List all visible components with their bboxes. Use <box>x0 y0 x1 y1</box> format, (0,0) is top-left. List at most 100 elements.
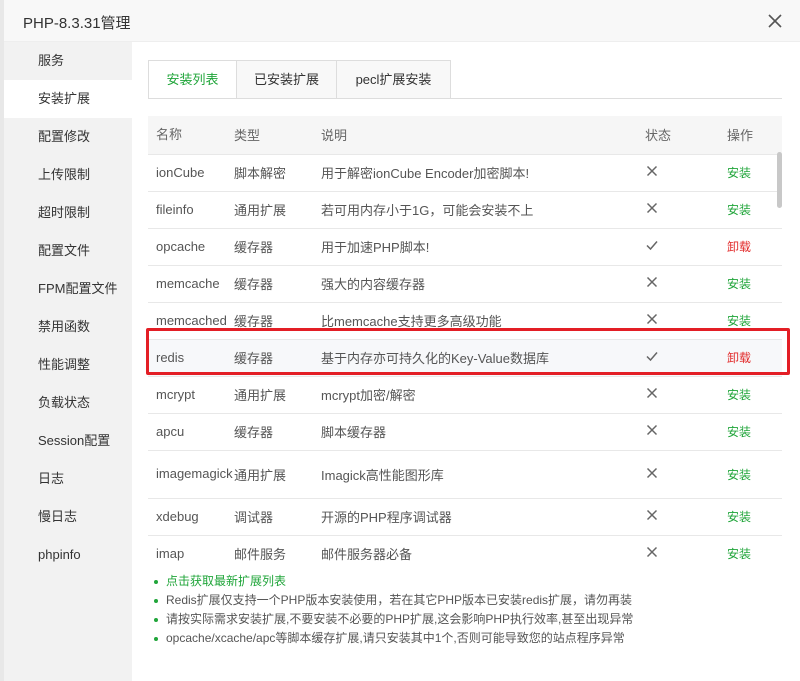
uninstall-button[interactable]: 卸载 <box>727 240 751 254</box>
cross-icon <box>646 276 658 288</box>
ext-type: 调试器 <box>234 497 321 535</box>
sidebar-item-upload-limit[interactable]: 上传限制 <box>4 156 132 194</box>
ext-op: 安装 <box>721 534 782 562</box>
sidebar-item-performance[interactable]: 性能调整 <box>4 346 132 384</box>
ext-status <box>641 190 721 228</box>
ext-op: 卸载 <box>721 338 782 376</box>
ext-desc: mcrypt加密/解密 <box>321 375 641 413</box>
close-button[interactable] <box>764 10 786 32</box>
ext-type: 缓存器 <box>234 264 321 302</box>
note-item: 请按实际需求安装扩展,不要安装不必要的PHP扩展,这会影响PHP执行效率,甚至出… <box>152 610 633 629</box>
install-button[interactable]: 安装 <box>727 203 751 217</box>
sidebar-item-config-file[interactable]: 配置文件 <box>4 232 132 270</box>
install-button[interactable]: 安装 <box>727 166 751 180</box>
extension-table-container[interactable]: 名称 类型 说明 状态 操作 ionCube 脚本解密 用于解密ionCube En… <box>148 116 782 562</box>
uninstall-button[interactable]: 卸载 <box>727 351 751 365</box>
ext-type: 缓存器 <box>234 227 321 265</box>
install-button[interactable]: 安装 <box>727 314 751 328</box>
notes-list: 点击获取最新扩展列表 Redis扩展仅支持一个PHP版本安装使用，若在其它PHP… <box>152 572 633 648</box>
ext-status <box>641 301 721 339</box>
ext-name: memcached <box>148 301 234 339</box>
dialog-header: PHP-8.3.31管理 <box>4 0 800 42</box>
table-row: opcache 缓存器 用于加速PHP脚本! 卸载 <box>148 227 782 265</box>
ext-type: 缓存器 <box>234 301 321 339</box>
ext-type: 通用扩展 <box>234 375 321 413</box>
sidebar-item-session[interactable]: Session配置 <box>4 422 132 460</box>
cross-icon <box>646 202 658 214</box>
extension-table: 名称 类型 说明 状态 操作 ionCube 脚本解密 用于解密ionCube En… <box>148 116 782 562</box>
table-row: redis 缓存器 基于内存亦可持久化的Key-Value数据库 卸载 <box>148 338 782 376</box>
ext-type: 脚本解密 <box>234 153 321 191</box>
ext-op: 安装 <box>721 497 782 535</box>
sidebar-item-install-extension[interactable]: 安装扩展 <box>4 80 132 118</box>
header-status: 状态 <box>645 128 672 144</box>
ext-op: 安装 <box>721 375 782 413</box>
ext-type: 邮件服务 <box>234 534 321 562</box>
sidebar-item-log[interactable]: 日志 <box>4 460 132 498</box>
close-icon <box>768 14 782 28</box>
sidebar-item-phpinfo[interactable]: phpinfo <box>4 536 132 574</box>
sidebar-item-timeout-limit[interactable]: 超时限制 <box>4 194 132 232</box>
table-row: imagemagick 通用扩展 Imagick高性能图形库 安装 <box>148 449 782 498</box>
ext-desc: 邮件服务器必备 <box>321 534 641 562</box>
install-button[interactable]: 安装 <box>727 388 751 402</box>
install-button[interactable]: 安装 <box>727 425 751 439</box>
sidebar-item-slow-log[interactable]: 慢日志 <box>4 498 132 536</box>
ext-name: xdebug <box>148 497 234 535</box>
ext-op: 安装 <box>721 190 782 228</box>
table-scrollbar[interactable] <box>777 152 782 208</box>
sidebar-item-disabled-functions[interactable]: 禁用函数 <box>4 308 132 346</box>
ext-name: apcu <box>148 412 234 450</box>
install-button[interactable]: 安装 <box>727 468 751 482</box>
table-row: apcu 缓存器 脚本缓存器 安装 <box>148 412 782 450</box>
cross-icon <box>646 165 658 177</box>
note-item: Redis扩展仅支持一个PHP版本安装使用，若在其它PHP版本已安装redis扩… <box>152 591 633 610</box>
cross-icon <box>646 313 658 325</box>
ext-type: 通用扩展 <box>234 449 321 498</box>
header-op: 操作 <box>727 128 754 144</box>
ext-name: ionCube <box>148 153 234 191</box>
table-body: ionCube 脚本解密 用于解密ionCube Encoder加密脚本! 安装 fil… <box>148 153 782 562</box>
tab-installed-extensions[interactable]: 已安装扩展 <box>237 60 337 99</box>
table-row: imap 邮件服务 邮件服务器必备 安装 <box>148 534 782 562</box>
tab-divider <box>148 98 782 99</box>
ext-desc: 基于内存亦可持久化的Key-Value数据库 <box>321 338 641 376</box>
table-row: memcache 缓存器 强大的内容缓存器 安装 <box>148 264 782 302</box>
ext-status <box>641 412 721 450</box>
install-button[interactable]: 安装 <box>727 510 751 524</box>
check-icon <box>646 352 658 362</box>
ext-op: 卸载 <box>721 227 782 265</box>
cross-icon <box>646 509 658 521</box>
ext-desc: 用于解密ionCube Encoder加密脚本! <box>321 153 641 191</box>
ext-desc: 强大的内容缓存器 <box>321 264 641 302</box>
install-button[interactable]: 安装 <box>727 277 751 291</box>
ext-desc: Imagick高性能图形库 <box>321 449 641 498</box>
ext-desc: 若可用内存小于1G，可能会安装不上 <box>321 190 641 228</box>
tab-install-list[interactable]: 安装列表 <box>148 60 237 99</box>
ext-status <box>641 264 721 302</box>
refresh-extension-list-link[interactable]: 点击获取最新扩展列表 <box>152 572 633 591</box>
sidebar-item-config-edit[interactable]: 配置修改 <box>4 118 132 156</box>
ext-type: 通用扩展 <box>234 190 321 228</box>
ext-desc: 用于加速PHP脚本! <box>321 227 641 265</box>
ext-status <box>641 338 721 376</box>
ext-op: 安装 <box>721 449 782 498</box>
ext-status <box>641 534 721 562</box>
header-desc: 说明 <box>321 128 348 144</box>
dialog-title: PHP-8.3.31管理 <box>23 15 131 32</box>
ext-status <box>641 153 721 191</box>
cross-icon <box>646 547 658 558</box>
ext-name: fileinfo <box>148 190 234 228</box>
sidebar-item-load-status[interactable]: 负载状态 <box>4 384 132 422</box>
sidebar-item-service[interactable]: 服务 <box>4 42 132 80</box>
sidebar: 服务 安装扩展 配置修改 上传限制 超时限制 配置文件 FPM配置文件 禁用函数… <box>4 42 132 681</box>
check-icon <box>646 241 658 251</box>
ext-name: imap <box>148 534 234 562</box>
ext-type: 缓存器 <box>234 412 321 450</box>
install-button[interactable]: 安装 <box>727 547 751 561</box>
ext-desc: 比memcache支持更多高级功能 <box>321 301 641 339</box>
sidebar-item-fpm-config[interactable]: FPM配置文件 <box>4 270 132 308</box>
table-row: mcrypt 通用扩展 mcrypt加密/解密 安装 <box>148 375 782 413</box>
tab-pecl-install[interactable]: pecl扩展安装 <box>337 60 451 99</box>
ext-type: 缓存器 <box>234 338 321 376</box>
